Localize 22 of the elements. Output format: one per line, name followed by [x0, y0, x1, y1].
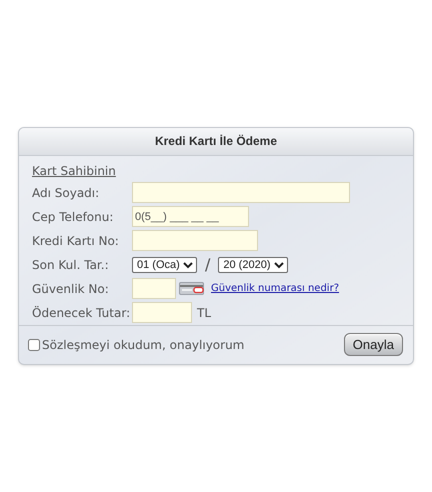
month-select[interactable]: 01 (Oca) — [132, 256, 197, 273]
field-label: Adı Soyadı: — [32, 184, 100, 202]
agreement-checkbox[interactable] — [28, 338, 40, 351]
field-label: Cep Telefonu: — [32, 208, 114, 226]
text-field[interactable]: 0(5__) ___ __ __ — [132, 206, 249, 228]
card-icon — [179, 282, 205, 296]
panel-title: Kredi Kartı İle Ödeme — [154, 133, 278, 150]
field-label: Ödenecek Tutar: — [32, 304, 132, 322]
text-field[interactable] — [132, 230, 258, 252]
year-select[interactable]: 20 (2020) — [218, 256, 288, 273]
currency-label: TL — [197, 304, 212, 322]
date-separator: / — [205, 254, 210, 276]
confirm-button[interactable]: Onayla — [344, 333, 403, 356]
field-label: Güvenlik No: — [32, 280, 110, 298]
agreement-label: Sözleşmeyi okudum, onaylıyorum — [42, 336, 244, 354]
section-label: Kart Sahibinin — [32, 162, 116, 180]
text-field[interactable] — [132, 182, 350, 204]
field-label: Kredi Kartı No: — [32, 232, 120, 250]
field-label: Son Kul. Tar.: — [32, 256, 110, 274]
amount-field[interactable] — [132, 302, 192, 324]
security-help-link[interactable]: Güvenlik numarası nedir? — [211, 281, 340, 296]
security-code-field[interactable] — [132, 278, 176, 300]
